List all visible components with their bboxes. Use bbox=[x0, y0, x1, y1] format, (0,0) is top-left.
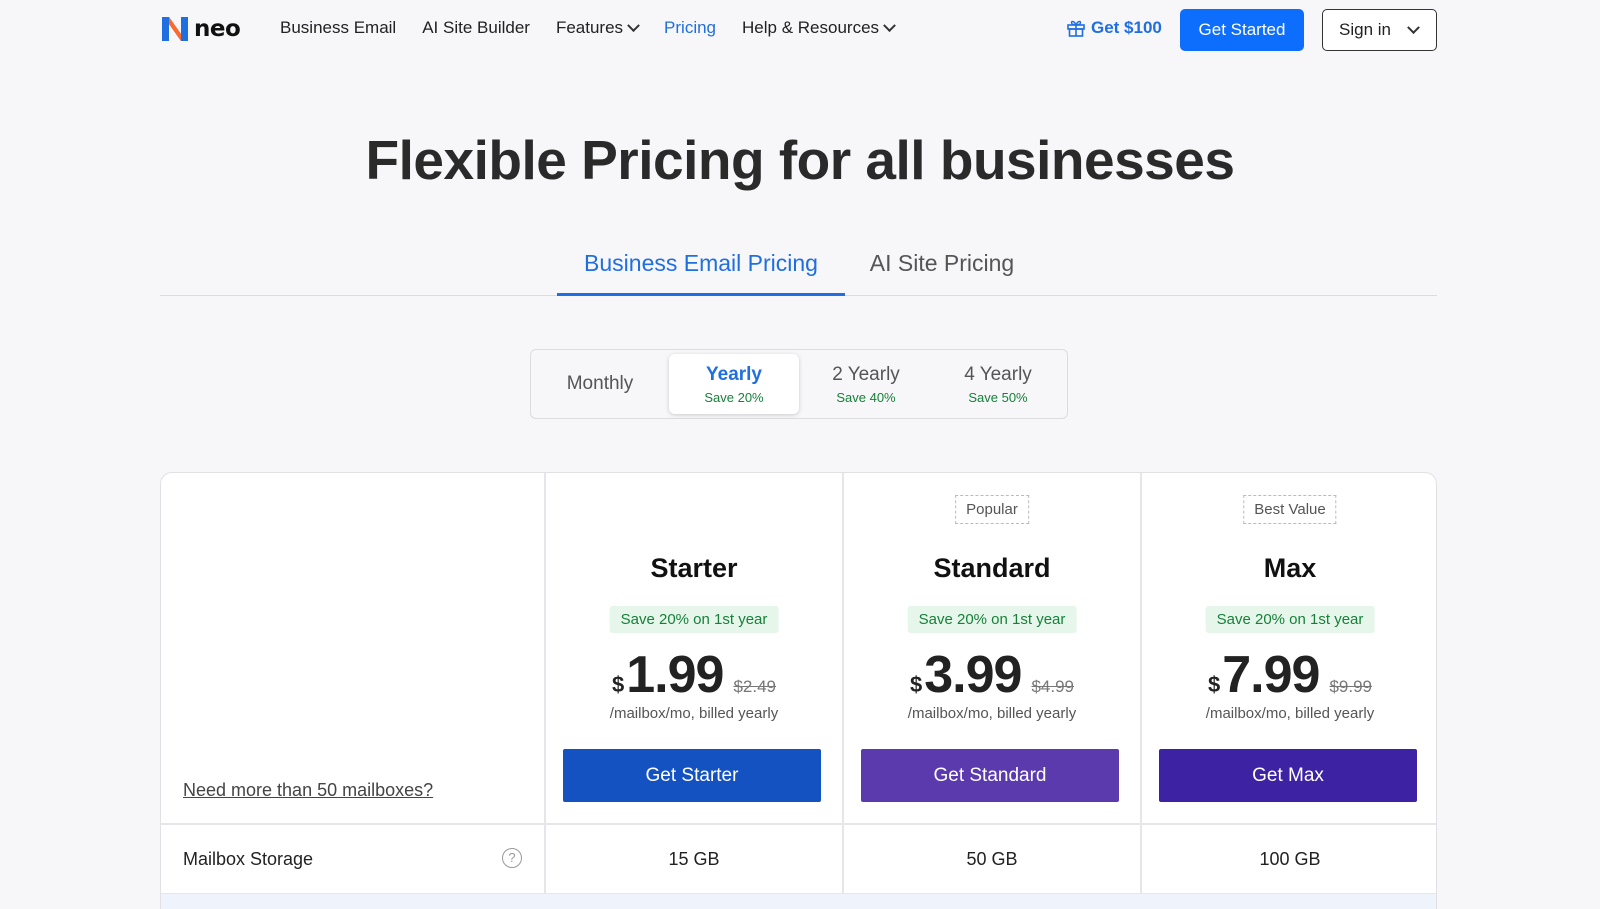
price-unit: /mailbox/mo, billed yearly bbox=[907, 705, 1077, 722]
plan-starter: Starter Save 20% on 1st year $ 1.99 $2.4… bbox=[545, 473, 843, 823]
nav-links: Business Email AI Site Builder Features … bbox=[280, 18, 920, 38]
nav-label: Pricing bbox=[664, 18, 717, 37]
feature-value-standard: 50 GB bbox=[966, 849, 1018, 869]
price-amount: 3.99 bbox=[924, 646, 1022, 704]
plan-name: Standard bbox=[933, 553, 1051, 583]
plan-save-badge: Save 20% on 1st year bbox=[609, 606, 779, 633]
billing-period-toggle: Monthly Yearly Save 20% 2 Yearly Save 40… bbox=[530, 349, 1068, 419]
price-unit: /mailbox/mo, billed yearly bbox=[1205, 705, 1375, 722]
period-save: Save 40% bbox=[836, 389, 896, 405]
billing-4-yearly[interactable]: 4 Yearly Save 50% bbox=[933, 354, 1063, 414]
billing-2-yearly[interactable]: 2 Yearly Save 40% bbox=[801, 354, 931, 414]
promo-label: Get $100 bbox=[1091, 18, 1162, 37]
nav-label: AI Site Builder bbox=[422, 18, 530, 37]
period-save: Save 50% bbox=[968, 389, 1028, 405]
nav-features[interactable]: Features bbox=[555, 18, 640, 38]
neo-logo[interactable]: neo bbox=[160, 14, 241, 44]
feature-label-mailbox-storage: Mailbox Storage bbox=[183, 849, 314, 869]
tab-ai-site-pricing[interactable]: AI Site Pricing bbox=[857, 250, 1027, 296]
plan-save-badge: Save 20% on 1st year bbox=[1205, 606, 1375, 633]
tab-business-email-pricing[interactable]: Business Email Pricing bbox=[557, 250, 845, 296]
currency-symbol: $ bbox=[1207, 672, 1221, 697]
old-price: $9.99 bbox=[1329, 677, 1372, 696]
feature-value-max: 100 GB bbox=[1259, 849, 1321, 869]
old-price: $2.49 bbox=[733, 677, 776, 696]
top-nav: neo Business Email AI Site Builder Featu… bbox=[0, 0, 1600, 58]
gift-icon bbox=[1067, 20, 1085, 37]
plan-max: Best Value Max Save 20% on 1st year $ 7.… bbox=[1141, 473, 1436, 823]
period-save: Save 20% bbox=[704, 389, 764, 405]
period-label: 2 Yearly bbox=[832, 363, 900, 385]
nav-label: Business Email bbox=[280, 18, 397, 37]
price-amount: 1.99 bbox=[626, 646, 724, 704]
row-divider bbox=[161, 823, 1436, 825]
plan-name: Starter bbox=[650, 553, 738, 583]
plan-price: $ 1.99 $2.49 bbox=[545, 645, 843, 705]
old-price: $4.99 bbox=[1031, 677, 1074, 696]
plan-standard: Popular Standard Save 20% on 1st year $ … bbox=[843, 473, 1141, 823]
chevron-down-icon bbox=[883, 18, 896, 32]
pricing-tabs: Business Email Pricing AI Site Pricing bbox=[160, 240, 1437, 296]
get-max-button[interactable]: Get Max bbox=[1159, 749, 1417, 802]
currency-symbol: $ bbox=[611, 672, 625, 697]
plan-price: $ 3.99 $4.99 bbox=[843, 645, 1141, 705]
chevron-down-icon bbox=[1407, 20, 1420, 34]
popular-badge: Popular bbox=[955, 495, 1029, 524]
nav-label: Features bbox=[555, 18, 624, 37]
brand-name: neo bbox=[194, 16, 241, 42]
get-starter-button[interactable]: Get Starter bbox=[563, 749, 821, 802]
plan-save-badge: Save 20% on 1st year bbox=[907, 606, 1077, 633]
referral-promo-link[interactable]: Get $100 bbox=[1066, 18, 1162, 38]
sign-in-button[interactable]: Sign in bbox=[1322, 9, 1437, 51]
period-label: 4 Yearly bbox=[964, 363, 1032, 385]
neo-logo-icon bbox=[162, 17, 188, 41]
nav-pricing[interactable]: Pricing bbox=[664, 18, 716, 38]
get-standard-button[interactable]: Get Standard bbox=[861, 749, 1119, 802]
currency-symbol: $ bbox=[909, 672, 923, 697]
feature-value-starter: 15 GB bbox=[668, 849, 720, 869]
best-value-badge: Best Value bbox=[1243, 495, 1337, 524]
next-row-band bbox=[161, 894, 1436, 909]
get-started-button[interactable]: Get Started bbox=[1180, 9, 1304, 51]
nav-business-email[interactable]: Business Email bbox=[280, 18, 396, 38]
help-icon[interactable]: ? bbox=[502, 848, 522, 868]
page-title: Flexible Pricing for all businesses bbox=[365, 129, 1235, 191]
plan-price: $ 7.99 $9.99 bbox=[1141, 645, 1436, 705]
period-label: Monthly bbox=[566, 373, 634, 394]
nav-label: Help & Resources bbox=[742, 18, 880, 37]
chevron-down-icon bbox=[627, 18, 640, 32]
nav-help-resources[interactable]: Help & Resources bbox=[742, 18, 896, 38]
pricing-table: Need more than 50 mailboxes? Starter Sav… bbox=[160, 472, 1437, 909]
price-unit: /mailbox/mo, billed yearly bbox=[609, 705, 779, 722]
sign-in-label: Sign in bbox=[1339, 20, 1391, 39]
plan-name: Max bbox=[1263, 553, 1317, 583]
need-more-mailboxes-link[interactable]: Need more than 50 mailboxes? bbox=[183, 780, 433, 801]
billing-monthly[interactable]: Monthly bbox=[535, 354, 665, 414]
price-amount: 7.99 bbox=[1222, 646, 1320, 704]
nav-ai-site-builder[interactable]: AI Site Builder bbox=[422, 18, 530, 38]
billing-yearly[interactable]: Yearly Save 20% bbox=[669, 354, 799, 414]
period-label: Yearly bbox=[706, 363, 762, 385]
